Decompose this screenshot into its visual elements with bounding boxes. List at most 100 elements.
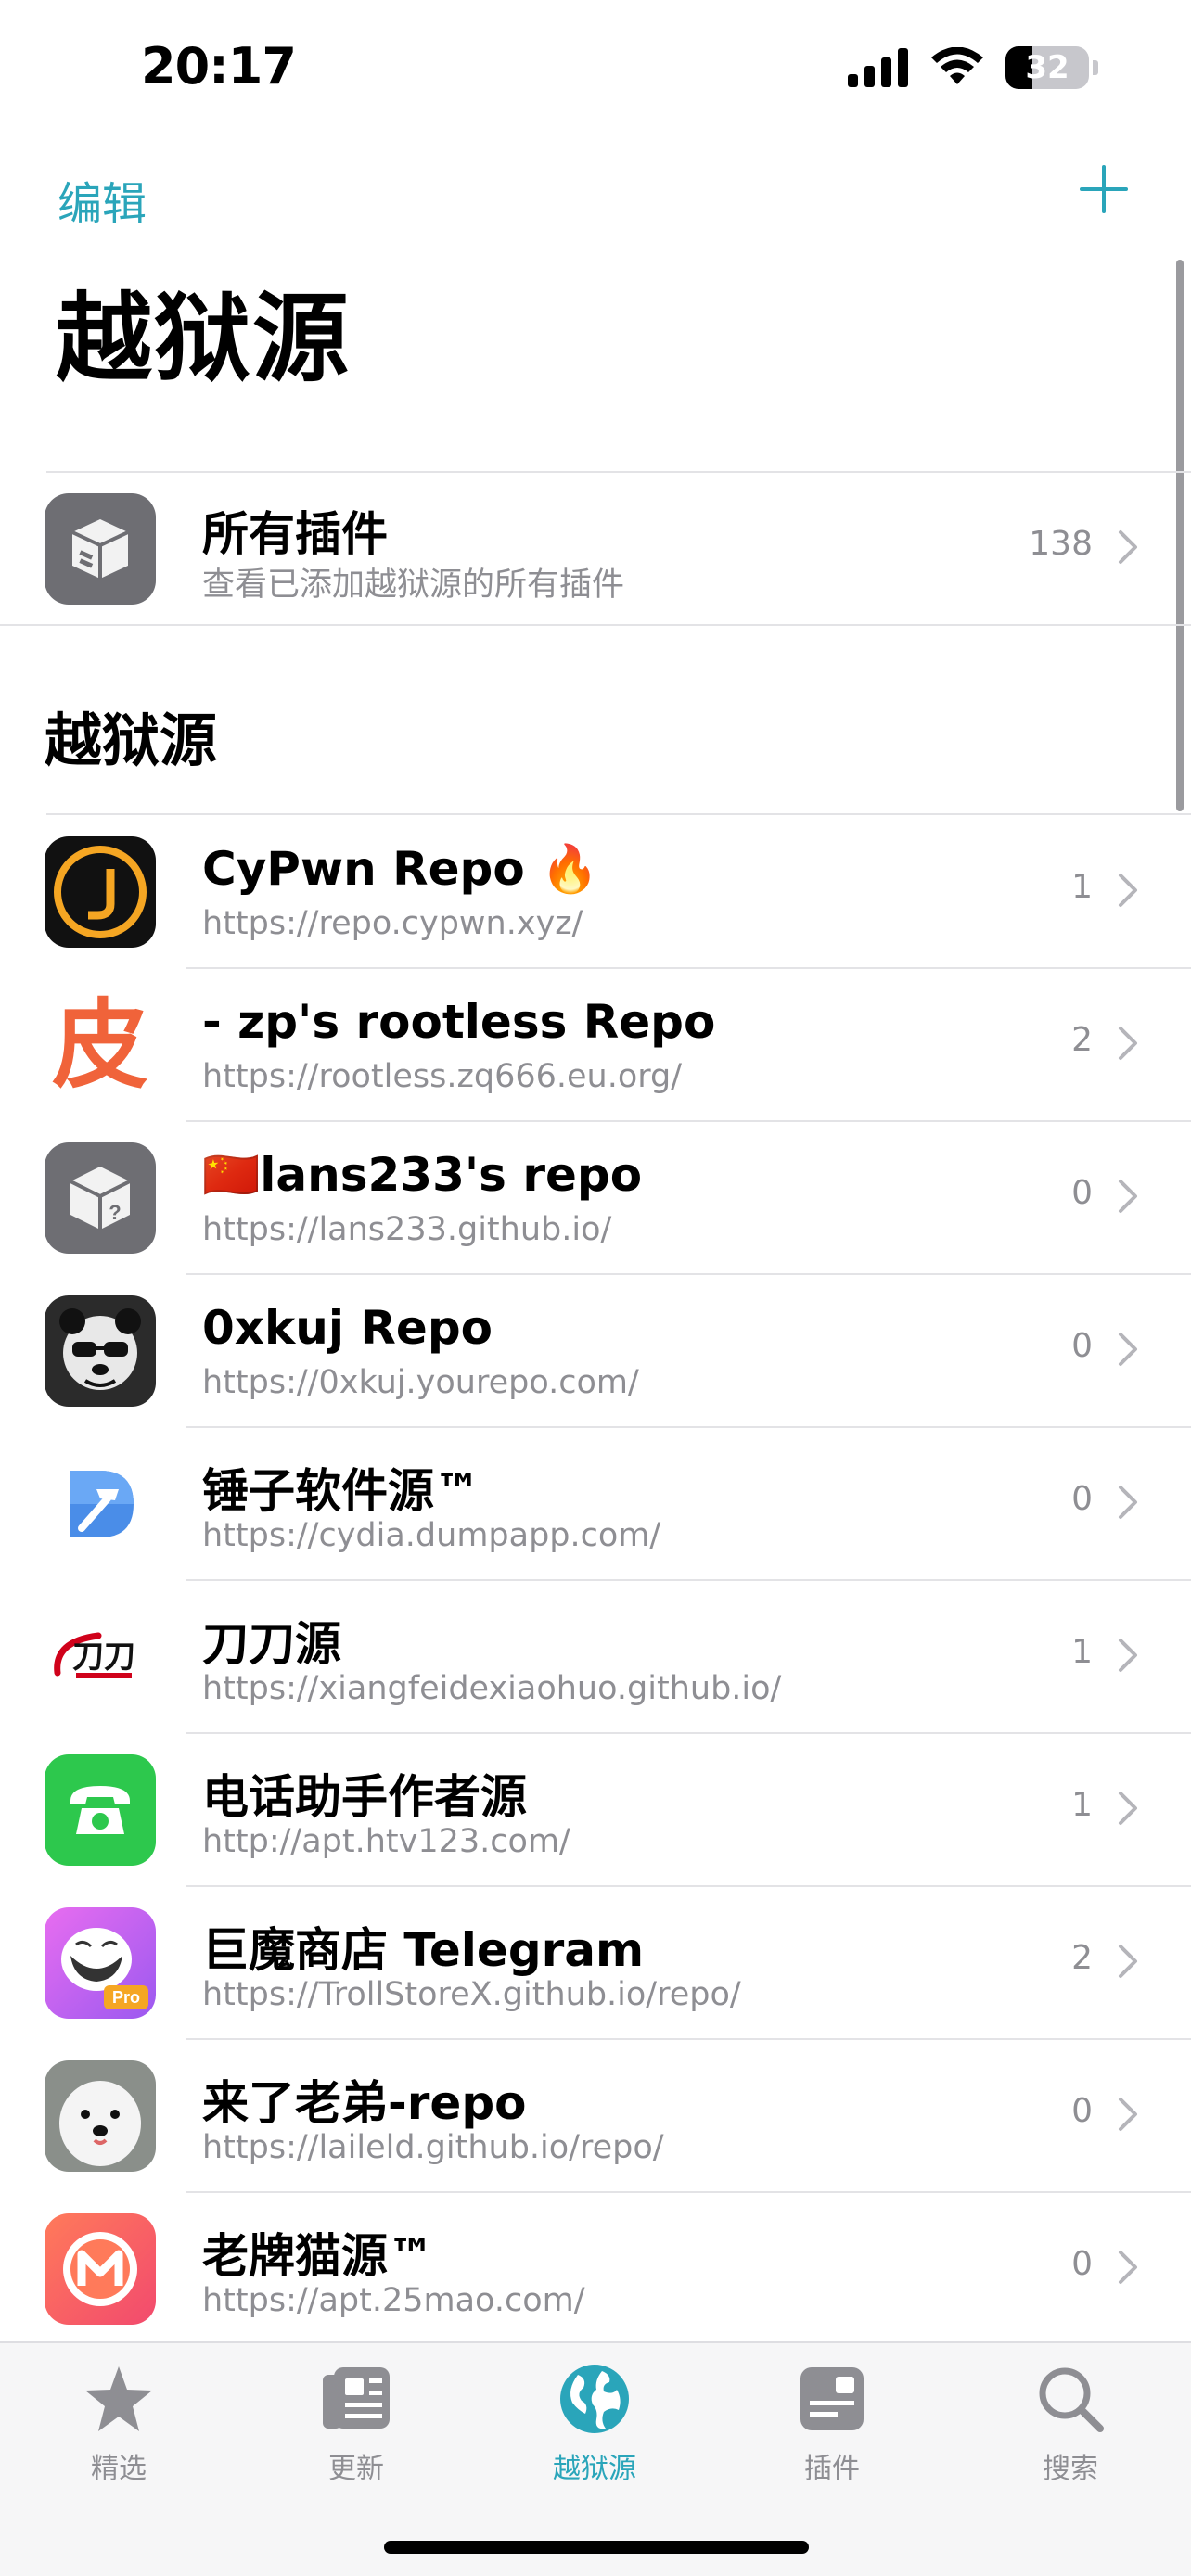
svg-text:?: ? xyxy=(109,1201,121,1224)
m-logo-icon xyxy=(45,2213,156,2325)
repo-row[interactable]: 皮 - zp's rootless Repo https://rootless.… xyxy=(0,969,1191,1121)
repo-count: 2 xyxy=(1071,1939,1093,1977)
all-plugins-title: 所有插件 xyxy=(202,507,388,561)
home-indicator[interactable] xyxy=(384,2541,809,2554)
repo-url: https://rootless.zq666.eu.org/ xyxy=(202,1058,683,1095)
repo-row[interactable]: Pro 巨魔商店 Telegram https://TrollStoreX.gi… xyxy=(0,1887,1191,2039)
tab-label: 越狱源 xyxy=(553,2453,636,2485)
repo-title: 刀刀源 xyxy=(202,1617,341,1671)
repo-title: 巨魔商店 Telegram xyxy=(202,1923,645,1977)
phone-icon xyxy=(45,1754,156,1866)
svg-text:Pro: Pro xyxy=(112,1988,140,2007)
all-plugins-row[interactable]: 所有插件 查看已添加越狱源的所有插件 138 xyxy=(0,473,1191,625)
chevron-right-icon xyxy=(1119,1027,1137,1060)
repo-url: https://apt.25mao.com/ xyxy=(202,2282,585,2319)
repo-url: https://cydia.dumpapp.com/ xyxy=(202,1517,661,1554)
tab-label: 搜索 xyxy=(1043,2453,1098,2485)
chevron-right-icon xyxy=(1119,1180,1137,1213)
repo-title: 老牌猫源™ xyxy=(202,2229,434,2283)
unknown-package-icon: ? xyxy=(45,1142,156,1254)
daodao-logo-icon: 刀刀 xyxy=(45,1601,156,1713)
battery-nub xyxy=(1093,60,1098,75)
globe-icon xyxy=(556,2362,634,2436)
tab-bar: 精选 更新 越狱源 插件 搜索 xyxy=(0,2341,1191,2576)
star-icon xyxy=(80,2362,158,2436)
chevron-right-icon xyxy=(1119,1792,1137,1825)
repo-url: https://repo.cypwn.xyz/ xyxy=(202,905,583,942)
trollface-pro-icon: Pro xyxy=(45,1907,156,2019)
hammer-logo-icon xyxy=(45,1448,156,1560)
all-plugins-subtitle: 查看已添加越狱源的所有插件 xyxy=(202,567,625,604)
chevron-right-icon xyxy=(1119,2251,1137,2284)
chevron-right-icon xyxy=(1119,1639,1137,1672)
add-icon[interactable] xyxy=(1078,163,1130,215)
edit-button[interactable]: 编辑 xyxy=(58,167,147,232)
all-plugins-count: 138 xyxy=(1029,525,1093,563)
repo-url: https://lans233.github.io/ xyxy=(202,1211,612,1248)
repo-title: 电话助手作者源 xyxy=(202,1770,527,1824)
chevron-right-icon xyxy=(1119,1945,1137,1978)
status-time: 20:17 xyxy=(141,37,297,96)
section-title: 越狱源 xyxy=(45,707,218,774)
repo-row[interactable]: 锤子软件源™ https://cydia.dumpapp.com/ 0 xyxy=(0,1428,1191,1580)
repo-title: 锤子软件源™ xyxy=(202,1464,480,1518)
pi-character-icon: 皮 xyxy=(45,989,156,1101)
newspaper-icon xyxy=(317,2362,395,2436)
repo-row[interactable]: 老牌猫源™ https://apt.25mao.com/ 0 xyxy=(0,2193,1191,2345)
tab-label: 插件 xyxy=(804,2453,860,2485)
divider xyxy=(46,813,1191,815)
chevron-right-icon xyxy=(1119,1333,1137,1366)
tab-updates[interactable]: 更新 xyxy=(282,2362,430,2486)
repo-count: 1 xyxy=(1071,1633,1093,1671)
tab-packages[interactable]: 插件 xyxy=(758,2362,906,2486)
repo-count: 0 xyxy=(1071,2092,1093,2130)
status-icons: 32 xyxy=(848,46,1098,89)
repo-count: 1 xyxy=(1071,1786,1093,1824)
repo-title: 0xkuj Repo xyxy=(202,1301,493,1355)
chevron-right-icon xyxy=(1119,874,1137,907)
repo-title: 🇨🇳lans233's repo xyxy=(202,1148,643,1202)
chevron-right-icon xyxy=(1119,2098,1137,2131)
battery-icon: 32 xyxy=(1005,46,1089,89)
repo-title: CyPwn Repo 🔥 xyxy=(202,842,599,896)
repo-title: - zp's rootless Repo xyxy=(202,995,716,1049)
repo-url: https://xiangfeidexiaohuo.github.io/ xyxy=(202,1670,782,1707)
page-title: 越狱源 xyxy=(56,282,352,395)
repo-url: https://0xkuj.yourepo.com/ xyxy=(202,1364,639,1401)
repo-row[interactable]: 来了老弟-repo https://laileld.github.io/repo… xyxy=(0,2040,1191,2192)
repo-count: 0 xyxy=(1071,1480,1093,1518)
cellular-signal-icon xyxy=(848,48,908,87)
repo-url: https://TrollStoreX.github.io/repo/ xyxy=(202,1976,741,2013)
package-icon xyxy=(793,2362,871,2436)
tab-sources[interactable]: 越狱源 xyxy=(520,2362,669,2486)
repo-count: 0 xyxy=(1071,1327,1093,1365)
svg-text:刀刀: 刀刀 xyxy=(72,1639,135,1676)
status-bar: 20:17 32 xyxy=(0,0,1191,139)
tab-label: 更新 xyxy=(328,2453,384,2485)
repo-count: 1 xyxy=(1071,868,1093,906)
repo-row[interactable]: 0xkuj Repo https://0xkuj.yourepo.com/ 0 xyxy=(0,1275,1191,1427)
wifi-icon xyxy=(931,47,983,84)
package-icon xyxy=(45,493,156,605)
tab-featured[interactable]: 精选 xyxy=(45,2362,193,2486)
search-icon xyxy=(1031,2362,1109,2436)
repo-url: http://apt.htv123.com/ xyxy=(202,1823,570,1860)
chevron-right-icon xyxy=(1119,530,1137,564)
repo-row[interactable]: ? 🇨🇳lans233's repo https://lans233.githu… xyxy=(0,1122,1191,1274)
repo-count: 0 xyxy=(1071,2245,1093,2283)
dog-avatar-icon xyxy=(45,2060,156,2172)
panda-avatar-icon xyxy=(45,1295,156,1407)
repo-row[interactable]: 电话助手作者源 http://apt.htv123.com/ 1 xyxy=(0,1734,1191,1886)
repo-title: 来了老弟-repo xyxy=(202,2076,527,2130)
repo-row[interactable]: 刀刀 刀刀源 https://xiangfeidexiaohuo.github.… xyxy=(0,1581,1191,1733)
chevron-right-icon xyxy=(1119,1486,1137,1519)
divider xyxy=(0,624,1191,626)
repo-row[interactable]: CyPwn Repo 🔥 https://repo.cypwn.xyz/ 1 xyxy=(0,816,1191,968)
repo-url: https://laileld.github.io/repo/ xyxy=(202,2129,664,2166)
repo-count: 2 xyxy=(1071,1021,1093,1059)
tab-search[interactable]: 搜索 xyxy=(996,2362,1145,2486)
tab-label: 精选 xyxy=(91,2453,147,2485)
cypwn-logo-icon xyxy=(45,836,156,948)
battery-level: 32 xyxy=(1025,49,1069,86)
repo-count: 0 xyxy=(1071,1174,1093,1212)
